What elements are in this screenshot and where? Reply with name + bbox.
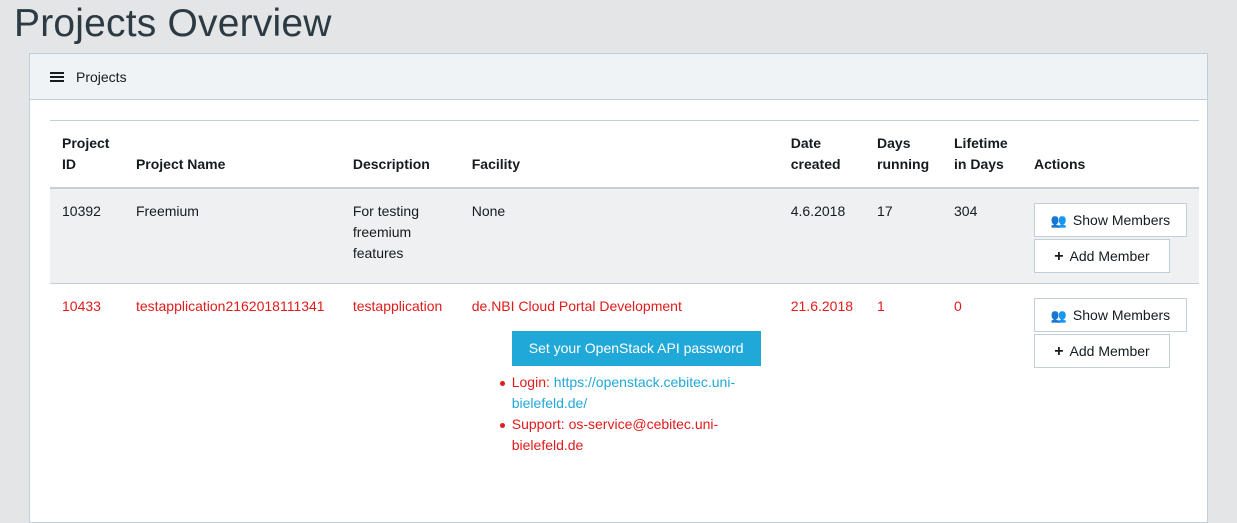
- add-member-button[interactable]: + Add Member: [1033, 239, 1170, 273]
- table-header-row: Project ID Project Name Description Faci…: [50, 120, 1199, 188]
- cell-project-id: 10392: [62, 203, 101, 219]
- th-lifetime: Lifetime in Days: [954, 135, 1008, 172]
- show-members-label: Show Members: [1072, 211, 1171, 228]
- table-row: 10392 Freemium For testing freemium feat…: [50, 188, 1199, 284]
- cell-lifetime: 304: [954, 203, 978, 219]
- add-member-label: Add Member: [1069, 342, 1150, 359]
- plus-icon: +: [1054, 342, 1064, 360]
- cell-lifetime: 0: [954, 298, 962, 314]
- card-header-title: Projects: [76, 68, 127, 85]
- cell-description: For testing freemium features: [352, 203, 419, 261]
- cell-facility: de.NBI Cloud Portal Development Set your…: [460, 284, 779, 469]
- cell-project-name: Freemium: [135, 203, 199, 219]
- cell-days-running: 1: [877, 298, 885, 314]
- cell-facility: None: [471, 203, 506, 219]
- page-title: Projects Overview: [14, 2, 332, 45]
- cell-description: testapplication: [352, 298, 443, 314]
- cell-project-name: testapplication2162018111341: [135, 298, 325, 314]
- cell-date-created: 21.6.2018: [790, 298, 854, 314]
- card-header: Projects: [30, 54, 1207, 100]
- cell-actions: 👥 Show Members + Add Member: [1022, 284, 1199, 469]
- facility-details: Set your OpenStack API password Login: h…: [472, 317, 767, 456]
- th-project-name: Project Name: [135, 156, 226, 172]
- th-date-created: Date created: [790, 135, 841, 172]
- projects-card: Projects Project ID Project Name Descrip…: [29, 53, 1208, 523]
- facility-info-list: Login: https://openstack.cebitec.uni-bie…: [472, 372, 767, 456]
- support-label: Support:: [511, 416, 569, 432]
- add-member-label: Add Member: [1069, 247, 1150, 264]
- login-item: Login: https://openstack.cebitec.uni-bie…: [499, 372, 767, 414]
- list-icon: [50, 70, 64, 84]
- users-icon: 👥: [1050, 307, 1067, 323]
- plus-icon: +: [1054, 247, 1064, 265]
- table-row: 10433 testapplication2162018111341 testa…: [50, 284, 1199, 469]
- support-item: Support: os-service@cebitec.uni-bielefel…: [499, 414, 767, 456]
- cell-actions: 👥 Show Members + Add Member: [1022, 188, 1199, 284]
- th-project-id: Project ID: [62, 135, 110, 172]
- set-api-password-button[interactable]: Set your OpenStack API password: [511, 331, 761, 366]
- th-actions: Actions: [1033, 156, 1086, 172]
- login-label: Login:: [511, 374, 554, 390]
- cell-days-running: 17: [877, 203, 893, 219]
- show-members-label: Show Members: [1072, 306, 1171, 323]
- th-description: Description: [352, 156, 430, 172]
- users-icon: 👥: [1050, 212, 1067, 228]
- cell-project-id: 10433: [62, 298, 101, 314]
- projects-table: Project ID Project Name Description Faci…: [50, 120, 1199, 468]
- th-days-running: Days running: [877, 135, 930, 172]
- show-members-button[interactable]: 👥 Show Members: [1033, 298, 1187, 332]
- cell-date-created: 4.6.2018: [790, 203, 846, 219]
- facility-name: de.NBI Cloud Portal Development: [471, 298, 682, 314]
- th-facility: Facility: [471, 156, 520, 172]
- add-member-button[interactable]: + Add Member: [1033, 334, 1170, 368]
- show-members-button[interactable]: 👥 Show Members: [1033, 203, 1187, 237]
